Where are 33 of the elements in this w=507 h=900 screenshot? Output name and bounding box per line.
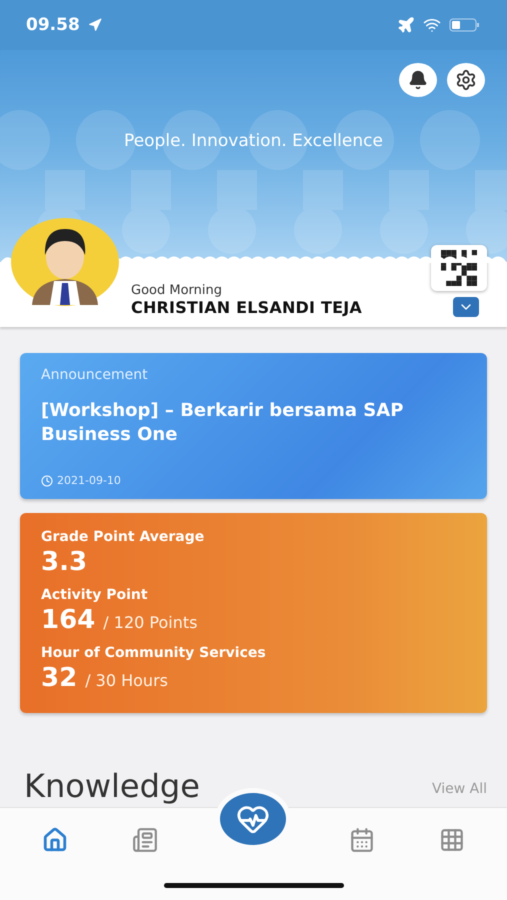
announcement-label: Announcement xyxy=(41,367,149,383)
home-icon xyxy=(42,827,68,853)
settings-button[interactable] xyxy=(447,63,485,97)
grid-icon xyxy=(438,827,465,853)
section-title: Knowledge xyxy=(24,767,200,806)
wifi-icon xyxy=(423,16,441,34)
battery-icon xyxy=(449,17,481,33)
stat-value: 164 xyxy=(41,605,96,635)
qr-code-icon xyxy=(441,250,477,286)
stat-label: Grade Point Average xyxy=(41,529,206,545)
notifications-button[interactable] xyxy=(399,63,437,97)
settings-icon xyxy=(455,69,477,91)
tagline: People. Innovation. Excellence xyxy=(123,131,384,151)
user-name: CHRISTIAN ELSANDI TEJA xyxy=(131,298,363,317)
airplane-icon xyxy=(397,16,415,34)
expand-button[interactable] xyxy=(453,297,479,317)
stat-value: 32 xyxy=(41,663,78,693)
calendar-icon xyxy=(348,827,375,853)
announcement-date: 2021-09-10 xyxy=(57,474,121,487)
newspaper-icon xyxy=(132,827,158,853)
announcement-title: [Workshop] – Berkarir bersama SAP Business One xyxy=(41,399,404,448)
location-icon xyxy=(88,18,102,32)
view-all-link[interactable]: View All xyxy=(432,781,487,797)
stat-label: Hour of Community Services xyxy=(41,645,267,661)
stat-target: / 30 Hours xyxy=(85,671,168,690)
status-time: 09.58 xyxy=(26,15,80,35)
bell-icon xyxy=(408,70,428,90)
announcement-card[interactable]: Announcement [Workshop] – Berkarir bersama SAP Business One 2021-09-10 xyxy=(20,353,487,499)
stat-target: / 120 Points xyxy=(103,613,198,632)
stat-label: Activity Point xyxy=(41,587,149,603)
stat-value: 3.3 xyxy=(41,547,88,577)
greeting: Good Morning xyxy=(131,283,223,298)
clock-icon xyxy=(41,474,53,486)
